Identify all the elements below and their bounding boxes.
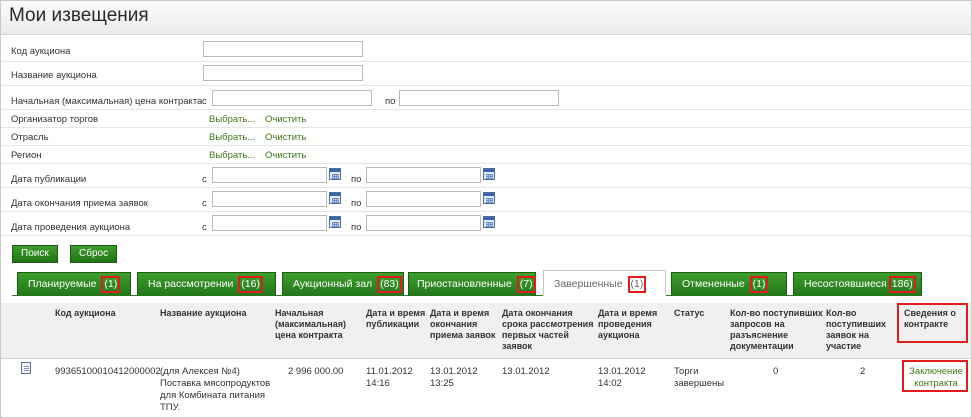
auction-code-input[interactable]	[203, 41, 363, 57]
calendar-icon[interactable]	[483, 168, 495, 180]
organizer-clear-link[interactable]: Очистить	[265, 114, 306, 125]
reset-button[interactable]: Сброс	[70, 245, 118, 263]
max-price-from-input[interactable]	[212, 90, 372, 106]
organizer-select-link[interactable]: Выбрать...	[209, 114, 255, 125]
deadline-date-label: Дата окончания приема заявок	[11, 198, 148, 209]
tab-count: (83)	[377, 276, 402, 293]
filter-row-auction-date: Дата проведения аукциона с по	[1, 212, 971, 236]
calendar-icon[interactable]	[483, 192, 495, 204]
tab-cancelled[interactable]: Отмененные (1)	[671, 272, 787, 296]
tab-suspended[interactable]: Приостановленные (7)	[408, 272, 536, 296]
cell-clarification-requests: 0	[773, 366, 779, 377]
deadline-date-to-label: по	[351, 198, 362, 209]
filter-row-industry: Отрасль Выбрать... Очистить	[1, 128, 971, 146]
col-header-code: Код аукциона	[55, 308, 116, 318]
filter-row-max-price: Начальная (максимальная) цена контракта …	[1, 86, 971, 110]
tab-count: (1)	[101, 276, 121, 293]
cell-status: Торги завершены	[674, 366, 725, 389]
auction-date-to-input[interactable]	[366, 215, 481, 231]
tab-label: Отмененные	[682, 278, 745, 290]
tab-count: (1)	[749, 276, 769, 293]
col-header-applications: Кол-во поступивших заявок на участие	[826, 308, 886, 351]
auction-date-from-input[interactable]	[212, 215, 327, 231]
publish-date-from-label: с	[202, 174, 207, 185]
tab-completed[interactable]: Завершенные (1)	[543, 270, 666, 296]
industry-select-link[interactable]: Выбрать...	[209, 132, 255, 143]
filter-row-auction-code: Код аукциона	[1, 38, 971, 62]
filter-row-publish-date: Дата публикации с по	[1, 164, 971, 188]
deadline-date-to-input[interactable]	[366, 191, 481, 207]
publish-date-to-input[interactable]	[366, 167, 481, 183]
filter-row-auction-name: Название аукциона	[1, 62, 971, 86]
organizer-label: Организатор торгов	[11, 114, 99, 125]
publish-date-to-label: по	[351, 174, 362, 185]
publish-date-from-input[interactable]	[212, 167, 327, 183]
deadline-date-from-input[interactable]	[212, 191, 327, 207]
filter-row-region: Регион Выбрать... Очистить	[1, 146, 971, 164]
col-header-name: Название аукциона	[160, 308, 247, 318]
cell-applications: 2	[860, 366, 866, 377]
calendar-icon[interactable]	[329, 192, 341, 204]
col-header-deadline: Дата и время окончания приема заявок	[430, 308, 496, 340]
auction-date-from-label: с	[202, 222, 207, 233]
tab-count: (1)	[627, 276, 647, 293]
auction-name-input[interactable]	[203, 65, 363, 81]
region-select-link[interactable]: Выбрать...	[209, 150, 255, 161]
document-icon[interactable]	[21, 362, 31, 374]
max-price-from-label: с	[202, 96, 207, 107]
tab-label: На рассмотрении	[148, 278, 234, 290]
contract-info-header-highlight	[897, 303, 968, 343]
page-title: Мои извещения	[9, 5, 149, 26]
deadline-date-from-label: с	[202, 198, 207, 209]
search-button[interactable]: Поиск	[12, 245, 58, 263]
cell-name: (для Алексея №4) Поставка мясопродуктов дл…	[160, 366, 271, 413]
tab-count: (16)	[238, 276, 263, 293]
max-price-to-label: по	[385, 96, 396, 107]
tab-planned[interactable]: Планируемые (1)	[17, 272, 131, 296]
col-header-held: Дата и время проведения аукциона	[598, 308, 658, 340]
cell-held: 13.01.2012 14:02	[598, 366, 646, 389]
tab-count: (7)	[516, 276, 536, 293]
tab-label: Завершенные	[554, 278, 623, 290]
max-price-to-input[interactable]	[399, 90, 559, 106]
industry-label: Отрасль	[11, 132, 49, 143]
calendar-icon[interactable]	[329, 168, 341, 180]
calendar-icon[interactable]	[329, 216, 341, 228]
col-header-status: Статус	[674, 308, 705, 318]
max-price-label: Начальная (максимальная) цена контракта	[11, 96, 203, 107]
cell-code: 99365100010412000002	[55, 366, 161, 377]
region-clear-link[interactable]: Очистить	[265, 150, 306, 161]
contract-link-highlight	[902, 360, 968, 392]
calendar-icon[interactable]	[483, 216, 495, 228]
auction-date-to-label: по	[351, 222, 362, 233]
publish-date-label: Дата публикации	[11, 174, 87, 185]
tab-auction-hall[interactable]: Аукционный зал (83)	[282, 272, 404, 296]
col-header-price: Начальная (максимальная) цена контракта	[275, 308, 346, 340]
cell-deadline: 13.01.2012 13:25	[430, 366, 478, 389]
tab-label: Приостановленные	[417, 278, 512, 290]
industry-clear-link[interactable]: Очистить	[265, 132, 306, 143]
col-header-clarification-requests: Кол-во поступивших запросов на разъяснение…	[730, 308, 823, 351]
auction-date-label: Дата проведения аукциона	[11, 222, 131, 233]
tab-failed[interactable]: Несостоявшиеся 186)	[793, 272, 922, 296]
tab-label: Аукционный зал	[293, 278, 373, 290]
cell-review-end: 13.01.2012	[502, 366, 550, 377]
auction-code-label: Код аукциона	[11, 46, 71, 57]
tab-label: Планируемые	[28, 278, 97, 290]
cell-price: 2 996 000.00	[288, 366, 344, 377]
filter-row-organizer: Организатор торгов Выбрать... Очистить	[1, 110, 971, 128]
col-header-published: Дата и время публикации	[366, 308, 426, 329]
tab-under-review[interactable]: На рассмотрении (16)	[137, 272, 276, 296]
col-header-review-end: Дата окончания срока рассмотрения первых ч…	[502, 308, 594, 351]
filter-row-deadline-date: Дата окончания приема заявок с по	[1, 188, 971, 212]
tab-count: 186)	[888, 276, 916, 293]
cell-published: 11.01.2012 14:16	[366, 366, 413, 389]
auction-name-label: Название аукциона	[11, 70, 97, 81]
region-label: Регион	[11, 150, 42, 161]
tab-label: Несостоявшиеся	[804, 278, 887, 290]
page-header: Мои извещения	[1, 1, 971, 35]
